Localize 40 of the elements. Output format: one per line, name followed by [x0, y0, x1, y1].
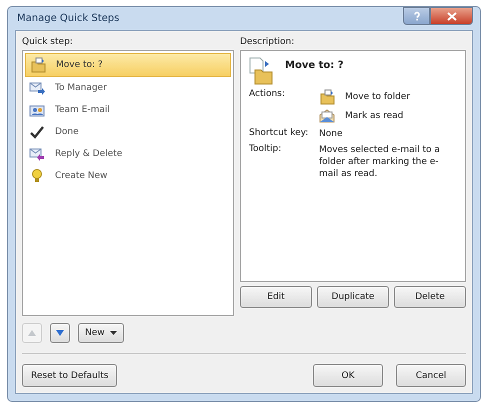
- description-title: Move to: ?: [285, 60, 344, 71]
- description-label: Description:: [240, 37, 296, 47]
- down-arrow-icon: [56, 330, 64, 336]
- shortcut-key-label: Shortcut key:: [249, 128, 310, 140]
- help-button[interactable]: [403, 7, 430, 25]
- action-text: Move to folder: [345, 92, 410, 102]
- quick-step-item[interactable]: Team E-mail: [25, 99, 231, 121]
- quick-step-item[interactable]: Done: [25, 121, 231, 143]
- folder-icon: [319, 89, 335, 105]
- folder-icon: [30, 57, 46, 73]
- envelope-reply-icon: [29, 146, 45, 162]
- cancel-button[interactable]: Cancel: [396, 364, 466, 387]
- window-title: Manage Quick Steps: [16, 13, 120, 24]
- quick-step-item[interactable]: Reply & Delete: [25, 143, 231, 165]
- tooltip-text: Moves selected e-mail to a folder after marking the e-mail as read.: [319, 144, 441, 180]
- quick-step-item[interactable]: Create New: [25, 165, 231, 187]
- new-dropdown-button[interactable]: New: [78, 323, 124, 343]
- action-text: Mark as read: [345, 111, 404, 121]
- quick-step-label: Quick step:: [22, 37, 74, 47]
- document-folder-icon: [249, 57, 273, 85]
- move-down-button[interactable]: [50, 323, 70, 343]
- reset-to-defaults-button[interactable]: Reset to Defaults: [22, 364, 118, 387]
- caret-icon: [110, 331, 117, 335]
- quick-step-item[interactable]: Move to: ?: [25, 53, 231, 77]
- shortcut-key-value: None: [319, 128, 344, 140]
- help-icon: [412, 11, 422, 21]
- ok-button[interactable]: OK: [313, 364, 383, 387]
- tooltip-label: Tooltip:: [249, 144, 282, 156]
- close-icon: [446, 12, 456, 20]
- duplicate-button[interactable]: Duplicate: [317, 286, 389, 308]
- edit-button[interactable]: Edit: [240, 286, 312, 308]
- lightbulb-icon: [29, 168, 45, 184]
- up-arrow-icon: [28, 330, 36, 336]
- checkmark-icon: [29, 124, 45, 140]
- actions-label: Actions:: [249, 89, 286, 101]
- open-envelope-icon: [319, 108, 335, 124]
- delete-button[interactable]: Delete: [394, 286, 466, 308]
- envelope-arrow-icon: [29, 80, 45, 96]
- close-button[interactable]: [430, 7, 473, 25]
- quick-step-item[interactable]: To Manager: [25, 77, 231, 99]
